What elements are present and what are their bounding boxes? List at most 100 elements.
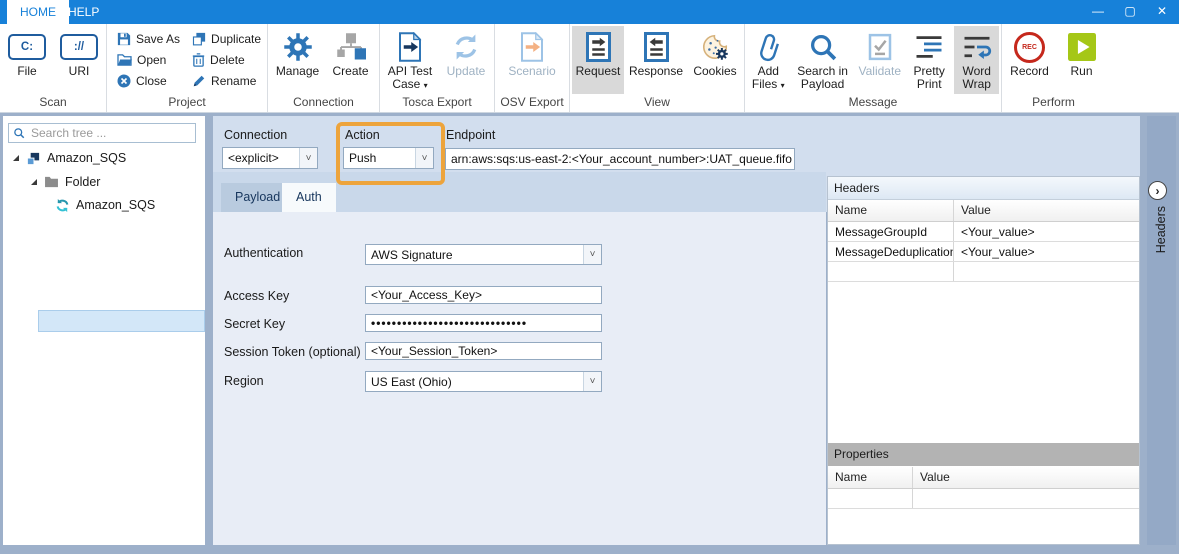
- network-icon: [336, 32, 366, 62]
- headers-row[interactable]: MessageGroupId <Your_value>: [828, 222, 1139, 242]
- duplicate-icon: [192, 32, 206, 46]
- ribbon-group-osv-export: Scenario OSV Export: [495, 24, 570, 112]
- record-button[interactable]: REC Record: [1006, 26, 1054, 94]
- file-button[interactable]: C: File: [6, 26, 48, 94]
- chevron-down-icon[interactable]: ˅: [415, 148, 433, 168]
- folder-open-icon: [117, 53, 132, 66]
- group-label-project: Project: [107, 94, 267, 112]
- manage-button[interactable]: Manage: [273, 26, 323, 94]
- tree-selection-highlight: [38, 310, 205, 332]
- minimize-button[interactable]: —: [1083, 0, 1113, 24]
- properties-col-name[interactable]: Name: [828, 467, 913, 488]
- tree-expander-icon[interactable]: [12, 154, 20, 162]
- header-name-cell[interactable]: MessageDeduplication: [828, 242, 954, 261]
- region-select[interactable]: US East (Ohio) ˅: [365, 371, 602, 392]
- request-button[interactable]: Request: [572, 26, 624, 94]
- headers-row[interactable]: MessageDeduplication <Your_value>: [828, 242, 1139, 262]
- secret-key-input[interactable]: ••••••••••••••••••••••••••••••: [365, 314, 602, 332]
- region-label: Region: [224, 374, 264, 388]
- pencil-icon: [192, 74, 206, 88]
- properties-table-header: Name Value: [828, 467, 1139, 489]
- header-value-cell[interactable]: [954, 262, 1139, 281]
- search-icon: [808, 32, 838, 62]
- property-value-cell[interactable]: [913, 489, 1139, 508]
- content-tabstrip: Payload Auth: [213, 172, 826, 212]
- close-project-button[interactable]: Close: [117, 72, 180, 90]
- close-button[interactable]: ✕: [1147, 0, 1177, 24]
- header-value-cell[interactable]: <Your_value>: [954, 222, 1139, 241]
- action-select[interactable]: Push ˅: [343, 147, 434, 169]
- tree-item-amazon-sqs-root[interactable]: Amazon_SQS: [12, 148, 126, 168]
- authentication-value: AWS Signature: [366, 248, 583, 262]
- chevron-down-icon[interactable]: ˅: [583, 372, 601, 391]
- api-test-case-button[interactable]: API Test Case ▾: [383, 26, 437, 94]
- search-icon: [13, 127, 25, 139]
- authentication-select[interactable]: AWS Signature ˅: [365, 244, 602, 265]
- session-token-label: Session Token (optional): [224, 345, 361, 359]
- module-icon: [26, 151, 41, 166]
- access-key-label: Access Key: [224, 289, 289, 303]
- group-label-osv-export: OSV Export: [495, 94, 569, 112]
- session-token-input[interactable]: <Your_Session_Token>: [365, 342, 602, 360]
- gear-icon: [283, 32, 313, 62]
- open-button[interactable]: Open: [117, 51, 180, 69]
- response-doc-icon: [644, 32, 669, 62]
- document-export-icon: [397, 32, 423, 62]
- access-key-value: <Your_Access_Key>: [366, 288, 601, 302]
- ribbon-group-tosca-export: API Test Case ▾ Update Tosca Export: [380, 24, 495, 112]
- validate-button[interactable]: Validate: [856, 26, 904, 94]
- connection-select[interactable]: <explicit> ˅: [222, 147, 318, 169]
- expand-headers-button[interactable]: ›: [1148, 181, 1167, 200]
- duplicate-button[interactable]: Duplicate: [192, 30, 261, 48]
- uri-button[interactable]: :// URI: [58, 26, 100, 94]
- property-name-cell[interactable]: [828, 489, 913, 508]
- chevron-down-icon[interactable]: ˅: [299, 148, 317, 168]
- headers-col-value[interactable]: Value: [954, 200, 1139, 221]
- pretty-print-button[interactable]: Pretty Print: [907, 26, 952, 94]
- endpoint-input[interactable]: arn:aws:sqs:us-east-2:<Your_account_numb…: [445, 148, 795, 170]
- save-as-button[interactable]: Save As: [117, 30, 180, 48]
- session-token-value: <Your_Session_Token>: [366, 344, 601, 358]
- delete-button[interactable]: Delete: [192, 51, 261, 69]
- access-key-input[interactable]: <Your_Access_Key>: [365, 286, 602, 304]
- word-wrap-button[interactable]: Word Wrap: [954, 26, 999, 94]
- refresh-icon: [451, 32, 481, 62]
- properties-row-empty[interactable]: [828, 489, 1139, 509]
- response-button[interactable]: Response: [627, 26, 685, 94]
- headers-row-empty[interactable]: [828, 262, 1139, 282]
- tree-expander-icon[interactable]: [30, 178, 38, 186]
- headers-col-name[interactable]: Name: [828, 200, 954, 221]
- header-name-cell[interactable]: [828, 262, 954, 281]
- tree-item-label: Amazon_SQS: [47, 151, 126, 165]
- rename-button[interactable]: Rename: [192, 72, 261, 90]
- add-files-button[interactable]: Add Files ▾: [747, 26, 790, 94]
- update-button[interactable]: Update: [441, 26, 491, 94]
- floppy-icon: [117, 32, 131, 46]
- run-button[interactable]: Run: [1062, 26, 1102, 94]
- header-name-cell[interactable]: MessageGroupId: [828, 222, 954, 241]
- request-doc-icon: [586, 32, 611, 62]
- tree-item-amazon-sqs-selected[interactable]: Amazon_SQS: [55, 195, 155, 215]
- tree-item-folder[interactable]: Folder: [30, 172, 100, 192]
- region-value: US East (Ohio): [366, 375, 583, 389]
- properties-col-value[interactable]: Value: [913, 467, 1139, 488]
- folder-icon: [44, 176, 59, 188]
- headers-table-header: Name Value: [828, 200, 1139, 222]
- connection-label: Connection: [224, 128, 287, 142]
- create-button[interactable]: Create: [327, 26, 375, 94]
- tab-auth[interactable]: Auth: [282, 183, 336, 212]
- endpoint-value: arn:aws:sqs:us-east-2:<Your_account_numb…: [446, 152, 794, 166]
- search-in-payload-button[interactable]: Search in Payload: [793, 26, 853, 94]
- ribbon-group-perform: REC Record Run Perform: [1002, 24, 1105, 112]
- chevron-down-icon[interactable]: ˅: [583, 245, 601, 264]
- tree-item-label: Amazon_SQS: [76, 198, 155, 212]
- maximize-button[interactable]: ▢: [1115, 0, 1145, 24]
- header-value-cell[interactable]: <Your_value>: [954, 242, 1139, 261]
- cookies-button[interactable]: Cookies: [688, 26, 742, 94]
- scenario-button[interactable]: Scenario: [503, 26, 561, 94]
- tab-help[interactable]: HELP: [55, 0, 112, 24]
- paperclip-icon: [756, 32, 780, 62]
- tree-search-box: [8, 123, 196, 143]
- search-input[interactable]: [29, 125, 195, 141]
- side-tab-headers[interactable]: Headers: [1147, 206, 1175, 270]
